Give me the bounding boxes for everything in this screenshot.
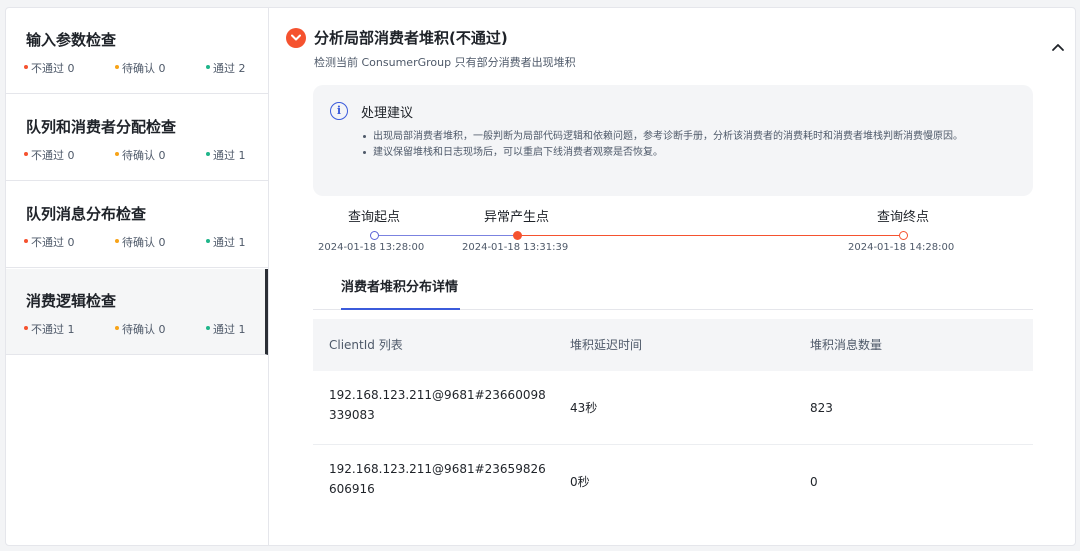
timeline-start-node xyxy=(370,231,379,240)
check-description: 检测当前 ConsumerGroup 只有部分消费者出现堆积 xyxy=(314,56,576,69)
timeline-end-node xyxy=(899,231,908,240)
fail-dot-icon xyxy=(24,239,28,243)
pending-dot-icon xyxy=(115,152,119,156)
fail-count: 不通过 0 xyxy=(24,234,75,250)
pending-dot-icon xyxy=(115,65,119,69)
cell-delay: 0秒 xyxy=(570,475,590,489)
timeline-anomaly-node xyxy=(513,231,522,240)
column-header-count: 堆积消息数量 xyxy=(810,338,883,352)
timeline-start-time: 2024-01-18 13:28:00 xyxy=(318,242,425,253)
backlog-table: ClientId 列表 堆积延迟时间 堆积消息数量 192.168.123.21… xyxy=(313,319,1033,519)
advice-title: 处理建议 xyxy=(361,106,414,121)
column-header-clientid: ClientId 列表 xyxy=(329,338,403,352)
sidebar-item-queue-message-distribution[interactable]: 队列消息分布检查 不通过 0 待确认 0 通过 1 xyxy=(6,182,269,268)
pass-count: 通过 1 xyxy=(206,234,246,250)
fail-dot-icon xyxy=(24,152,28,156)
pass-dot-icon xyxy=(206,152,210,156)
check-title: 分析局部消费者堆积(不通过) xyxy=(314,29,508,47)
pass-count: 通过 2 xyxy=(206,60,246,76)
cell-clientid: 192.168.123.211@9681#23659826606916 xyxy=(329,462,546,496)
sidebar-item-title: 队列和消费者分配检查 xyxy=(26,118,177,136)
sidebar-item-queue-consumer-allocation[interactable]: 队列和消费者分配检查 不通过 0 待确认 0 通过 1 xyxy=(6,95,269,181)
pass-dot-icon xyxy=(206,65,210,69)
timeline-end-label: 查询终点 xyxy=(877,210,930,225)
diagnosis-panel: 输入参数检查 不通过 0 待确认 0 通过 2 队列和消费者分配检查 不通过 0… xyxy=(5,7,1076,546)
tab-consumer-backlog-detail[interactable]: 消费者堆积分布详情 xyxy=(341,276,458,295)
fail-count: 不通过 0 xyxy=(24,60,75,76)
cell-count: 823 xyxy=(810,401,833,415)
fail-dot-icon xyxy=(24,326,28,330)
check-sidebar: 输入参数检查 不通过 0 待确认 0 通过 2 队列和消费者分配检查 不通过 0… xyxy=(6,8,269,545)
timeline-segment-anomaly xyxy=(522,235,899,236)
pending-count: 待确认 0 xyxy=(115,147,166,163)
cell-count: 0 xyxy=(810,475,818,489)
fail-count: 不通过 1 xyxy=(24,321,75,337)
pass-dot-icon xyxy=(206,239,210,243)
table-header: ClientId 列表 堆积延迟时间 堆积消息数量 xyxy=(313,319,1033,371)
pass-count: 通过 1 xyxy=(206,147,246,163)
timeline-anomaly-time: 2024-01-18 13:31:39 xyxy=(462,242,569,253)
check-detail: 分析局部消费者堆积(不通过) 检测当前 ConsumerGroup 只有部分消费… xyxy=(270,8,1075,545)
sidebar-item-consume-logic[interactable]: 消费逻辑检查 不通过 1 待确认 0 通过 1 xyxy=(6,269,268,355)
table-row: 192.168.123.211@9681#23660098339083 43秒 … xyxy=(313,371,1033,445)
cell-clientid: 192.168.123.211@9681#23660098339083 xyxy=(329,388,546,422)
fail-dot-icon xyxy=(24,65,28,69)
collapse-chevron-up-icon[interactable] xyxy=(1050,40,1066,56)
sidebar-item-title: 消费逻辑检查 xyxy=(26,292,117,310)
table-row: 192.168.123.211@9681#23659826606916 0秒 0 xyxy=(313,445,1033,519)
column-header-delay: 堆积延迟时间 xyxy=(570,338,643,352)
pass-count: 通过 1 xyxy=(206,321,246,337)
timeline-end-time: 2024-01-18 14:28:00 xyxy=(848,242,955,253)
pending-dot-icon xyxy=(115,326,119,330)
timeline-anomaly-label: 异常产生点 xyxy=(484,210,550,225)
advice-item: 出现局部消费者堆积，一般判断为局部代码逻辑和依赖问题，参考诊断手册，分析该消费者… xyxy=(361,129,1011,145)
sidebar-item-title: 队列消息分布检查 xyxy=(26,205,147,223)
pending-count: 待确认 0 xyxy=(115,321,166,337)
timeline-segment-normal xyxy=(379,235,518,236)
pass-dot-icon xyxy=(206,326,210,330)
fail-count: 不通过 0 xyxy=(24,147,75,163)
sidebar-item-title: 输入参数检查 xyxy=(26,31,117,49)
cell-delay: 43秒 xyxy=(570,401,598,415)
pending-count: 待确认 0 xyxy=(115,234,166,250)
fail-status-icon xyxy=(286,28,306,48)
advice-panel: i 处理建议 出现局部消费者堆积，一般判断为局部代码逻辑和依赖问题，参考诊断手册… xyxy=(313,85,1033,196)
pending-count: 待确认 0 xyxy=(115,60,166,76)
tab-active-indicator xyxy=(341,308,460,310)
info-icon: i xyxy=(330,102,348,120)
advice-item: 建议保留堆栈和日志现场后，可以重启下线消费者观察是否恢复。 xyxy=(361,145,1011,161)
advice-list: 出现局部消费者堆积，一般判断为局部代码逻辑和依赖问题，参考诊断手册，分析该消费者… xyxy=(361,129,1011,161)
timeline-start-label: 查询起点 xyxy=(348,210,401,225)
sidebar-item-input-params[interactable]: 输入参数检查 不通过 0 待确认 0 通过 2 xyxy=(6,8,269,94)
pending-dot-icon xyxy=(115,239,119,243)
